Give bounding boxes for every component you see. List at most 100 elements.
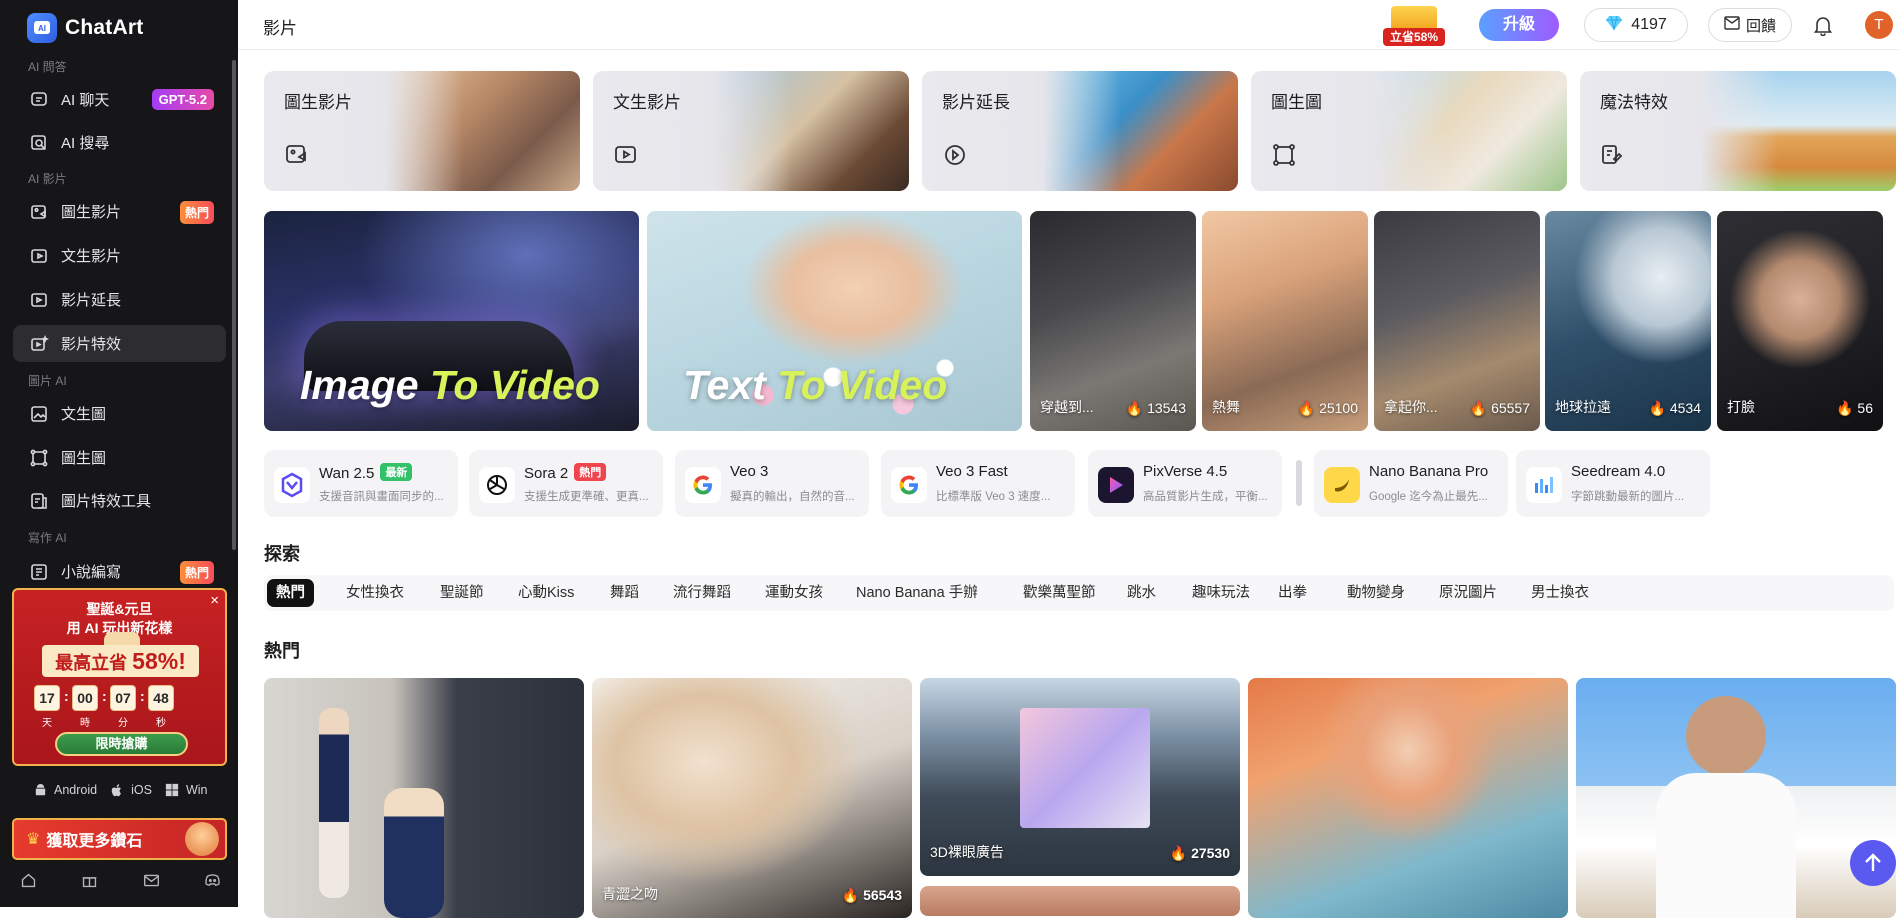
sidebar-item-image-effects[interactable]: 圖片特效工具 xyxy=(13,482,226,519)
feature-card-image-to-image[interactable]: 圖生圖 xyxy=(1251,71,1567,191)
feature-card-text-to-video[interactable]: 文生影片 xyxy=(593,71,909,191)
search-icon xyxy=(29,133,49,153)
sidebar-item-image-to-video[interactable]: 圖生影片 熱門 xyxy=(13,193,226,230)
hot-card-count-value: 56543 xyxy=(863,887,902,903)
effect-tile[interactable]: 拿起你... 🔥 65557 xyxy=(1374,211,1540,431)
sidebar-scrollbar[interactable] xyxy=(232,60,236,550)
ios-link[interactable]: iOS xyxy=(131,783,152,797)
gift-discount-tag: 立省58% xyxy=(1383,28,1445,46)
gem-balance[interactable]: 4197 xyxy=(1584,8,1688,42)
magic-video-icon xyxy=(29,334,49,354)
app-logo[interactable]: AI ChatArt xyxy=(27,13,143,43)
hot-badge: 熱門 xyxy=(574,463,607,481)
feature-card-image xyxy=(1700,71,1896,191)
filter-chip[interactable]: 跳水 xyxy=(1118,579,1165,607)
effect-count: 🔥 65557 xyxy=(1469,400,1530,416)
user-avatar[interactable]: T xyxy=(1865,11,1893,39)
discord-icon[interactable] xyxy=(203,870,223,890)
filter-chip[interactable]: 女性換衣 xyxy=(337,579,413,607)
effect-tile[interactable]: 熱舞 🔥 25100 xyxy=(1202,211,1368,431)
feature-card-image xyxy=(713,71,909,191)
hot-card[interactable]: 3D裸眼廣告 🔥 27530 xyxy=(920,678,1240,876)
filter-chip[interactable]: 舞蹈 xyxy=(601,579,648,607)
android-icon[interactable] xyxy=(32,782,48,798)
model-name: PixVerse 4.5 xyxy=(1143,463,1228,480)
sidebar-item-label: 影片特效 xyxy=(61,336,122,353)
mail-icon[interactable] xyxy=(141,870,161,890)
countdown-unit: 秒 xyxy=(156,718,166,729)
sidebar-item-text-to-image[interactable]: 文生圖 xyxy=(13,395,226,432)
feedback-button[interactable]: 回饋 xyxy=(1708,8,1792,42)
home-icon[interactable] xyxy=(18,870,38,890)
gift-promo-button[interactable]: 立省58% xyxy=(1383,2,1447,47)
holiday-promo-banner[interactable]: × 聖誕&元旦 用 AI 玩出新花樣 最高立省 58%! 17 : 00 : 0… xyxy=(12,588,227,766)
model-card-seedream[interactable]: Seedream 4.0 字節跳動最新的圖片... xyxy=(1516,450,1710,517)
filter-chip[interactable]: 原況圖片 xyxy=(1430,579,1506,607)
hot-card[interactable] xyxy=(264,678,584,918)
hero-title-part2: To Video xyxy=(429,362,600,408)
sidebar-item-video-effects[interactable]: 影片特效 xyxy=(13,325,226,362)
feature-card-video-extend[interactable]: 影片延長 xyxy=(922,71,1238,191)
windows-icon[interactable] xyxy=(164,782,180,798)
countdown-separator: : xyxy=(102,688,107,704)
arrow-up-icon xyxy=(1865,853,1881,871)
feature-card-image-to-video[interactable]: 圖生影片 xyxy=(264,71,580,191)
filter-chip[interactable]: 歡樂萬聖節 xyxy=(1014,579,1105,607)
video-extend-icon xyxy=(29,290,49,310)
effect-tile[interactable]: 穿越到... 🔥 13543 xyxy=(1030,211,1196,431)
model-description: 擬真的輸出，自然的音... xyxy=(730,491,855,503)
filter-chip[interactable]: 流行舞蹈 xyxy=(664,579,740,607)
text-video-icon xyxy=(29,246,49,266)
filter-chip[interactable]: 出拳 xyxy=(1269,579,1316,607)
model-card-veo3[interactable]: Veo 3 擬真的輸出，自然的音... xyxy=(675,450,869,517)
model-card-nano-banana-pro[interactable]: Nano Banana Pro Google 迄今為止最先... xyxy=(1314,450,1508,517)
windows-link[interactable]: Win xyxy=(186,783,208,797)
image-video-icon xyxy=(29,202,49,222)
model-name: Veo 3 xyxy=(730,463,769,480)
feature-card-title: 圖生圖 xyxy=(1271,93,1322,112)
hot-card[interactable]: 青澀之吻 🔥 56543 xyxy=(592,678,912,918)
filter-chip[interactable]: 心動Kiss xyxy=(509,579,583,607)
countdown-separator: : xyxy=(140,688,145,704)
upgrade-button[interactable]: 升級 xyxy=(1479,9,1559,41)
hot-card[interactable] xyxy=(1248,678,1568,918)
countdown-unit: 天 xyxy=(42,718,52,729)
feature-card-magic-effects[interactable]: 魔法特效 xyxy=(1580,71,1896,191)
gift-icon[interactable] xyxy=(80,870,100,890)
apple-icon[interactable] xyxy=(109,782,125,798)
filter-chip[interactable]: 趣味玩法 xyxy=(1183,579,1259,607)
model-card-pixverse[interactable]: PixVerse 4.5 高品質影片生成，平衡... xyxy=(1088,450,1282,517)
flash-sale-button[interactable]: 限時搶購 xyxy=(55,732,188,756)
filter-chip[interactable]: Nano Banana 手辦 xyxy=(847,579,987,607)
model-card-sora[interactable]: Sora 2 熱門 支援生成更準確、更真... xyxy=(469,450,663,517)
openai-logo-icon xyxy=(479,467,515,503)
hot-card[interactable] xyxy=(1576,678,1896,918)
model-card-wan[interactable]: Wan 2.5 最新 支援音訊與畫面同步的... xyxy=(264,450,458,517)
filter-chip[interactable]: 運動女孩 xyxy=(756,579,832,607)
sidebar-item-ai-chat[interactable]: AI 聊天 GPT-5.2 xyxy=(13,81,226,118)
sidebar-item-video-extend[interactable]: 影片延長 xyxy=(13,281,226,318)
section-label-ai-chat: AI 問答 xyxy=(28,60,67,74)
effect-tile[interactable]: 打臉 🔥 56 xyxy=(1717,211,1883,431)
model-card-veo3-fast[interactable]: Veo 3 Fast 比標準版 Veo 3 速度... xyxy=(881,450,1075,517)
sidebar-item-label: 圖生圖 xyxy=(61,450,107,467)
model-divider xyxy=(1296,460,1302,506)
sidebar-item-ai-search[interactable]: AI 搜尋 xyxy=(13,124,226,161)
get-diamonds-button[interactable]: ♛ 獲取更多鑽石 xyxy=(12,818,227,860)
hero-banner-text-to-video[interactable]: Text To Video xyxy=(647,211,1022,431)
hero-banner-image-to-video[interactable]: Image To Video xyxy=(264,211,639,431)
filter-chip[interactable]: 聖誕節 xyxy=(431,579,493,607)
sidebar-item-novel-writing[interactable]: 小說編寫 熱門 xyxy=(13,553,226,590)
sidebar-item-text-to-video[interactable]: 文生影片 xyxy=(13,237,226,274)
feature-card-title: 文生影片 xyxy=(613,93,681,112)
filter-chip[interactable]: 熱門 xyxy=(267,579,314,607)
notification-bell-icon[interactable] xyxy=(1812,14,1834,37)
filter-chip[interactable]: 動物變身 xyxy=(1338,579,1414,607)
android-link[interactable]: Android xyxy=(54,783,97,797)
hot-card[interactable] xyxy=(920,886,1240,916)
scroll-to-top-button[interactable] xyxy=(1850,840,1896,886)
google-logo-icon xyxy=(685,467,721,503)
effect-tile[interactable]: 地球拉遠 🔥 4534 xyxy=(1545,211,1711,431)
filter-chip[interactable]: 男士換衣 xyxy=(1522,579,1598,607)
sidebar-item-image-to-image[interactable]: 圖生圖 xyxy=(13,439,226,476)
